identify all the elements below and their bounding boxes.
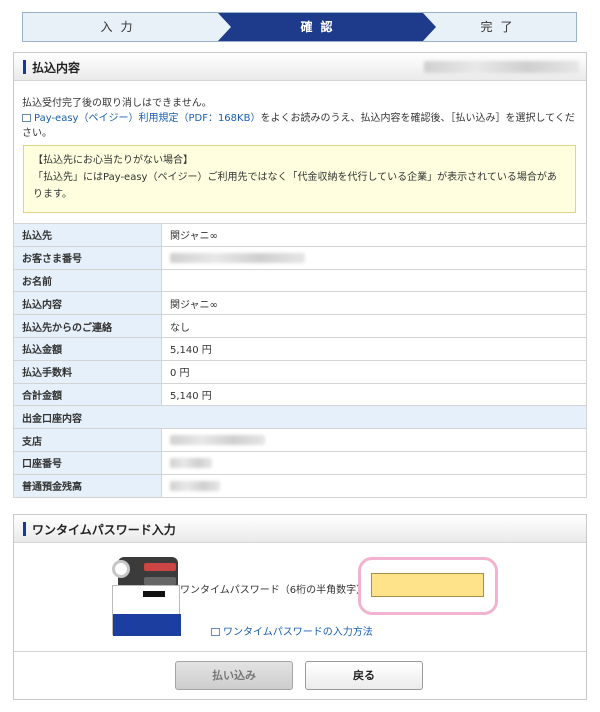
balance-label: 普通預金残高 bbox=[13, 473, 162, 498]
otp-panel-title: ワンタイムパスワード入力 bbox=[32, 523, 176, 537]
otp-panel: ワンタイムパスワード入力 ワンタイムパスワード（6桁の半角数字） ワンタイムパス… bbox=[13, 514, 587, 700]
otp-panel-header: ワンタイムパスワード入力 bbox=[14, 515, 586, 543]
table-row: 払込手数料 0 円 bbox=[13, 359, 587, 384]
external-link-icon bbox=[22, 114, 31, 122]
token-display bbox=[144, 577, 176, 585]
warning-title: 【払込先にお心当たりがない場合】 bbox=[33, 155, 193, 166]
amount-value: 5,140 円 bbox=[161, 336, 587, 361]
otp-input-label: ワンタイムパスワード（6桁の半角数字） bbox=[180, 585, 367, 596]
notice-text: 払込受付完了後の取り消しはできません。 Pay-easy（ペイジー）利用規定（P… bbox=[22, 96, 577, 141]
warning-box: 【払込先にお心当たりがない場合】 「払込先」にはPay-easy（ペイジー）ご利… bbox=[23, 145, 576, 213]
step-confirm: 確認 bbox=[218, 13, 423, 41]
customer-number-value bbox=[161, 245, 587, 270]
payment-panel-header: 払込内容 bbox=[14, 53, 586, 81]
step-arrow bbox=[423, 13, 436, 41]
token-keyring bbox=[112, 560, 130, 578]
redacted-text bbox=[424, 61, 579, 73]
token-stripe bbox=[113, 614, 181, 636]
notice-line1: 払込受付完了後の取り消しはできません。 bbox=[22, 98, 212, 109]
table-row: お客さま番号 bbox=[13, 245, 587, 270]
token-body bbox=[112, 585, 181, 636]
content-label: 払込内容 bbox=[13, 291, 162, 316]
customer-number-label: お客さま番号 bbox=[13, 245, 162, 270]
account-number-value bbox=[161, 450, 587, 475]
pay-button[interactable]: 払い込み bbox=[175, 661, 293, 690]
terms-pdf-link[interactable]: Pay-easy（ペイジー）利用規定（PDF：168KB） bbox=[34, 113, 260, 124]
table-row: 口座番号 bbox=[13, 450, 587, 475]
table-row: 普通預金残高 bbox=[13, 473, 587, 498]
payee-label: 払込先 bbox=[13, 223, 162, 247]
otp-help-link[interactable]: ワンタイムパスワードの入力方法 bbox=[223, 627, 373, 638]
branch-value bbox=[161, 428, 587, 452]
table-row: 払込先 関ジャニ∞ bbox=[13, 223, 587, 247]
redacted-text bbox=[170, 457, 212, 468]
otp-help-block: ワンタイムパスワードの入力方法 bbox=[211, 623, 373, 638]
token-display bbox=[144, 563, 176, 571]
branch-label: 支店 bbox=[13, 428, 162, 452]
table-row: 払込先からのご連絡 なし bbox=[13, 314, 587, 338]
step-arrow bbox=[218, 13, 231, 41]
table-row: 払込金額 5,140 円 bbox=[13, 336, 587, 361]
otp-input[interactable] bbox=[371, 573, 484, 597]
table-row: 出金口座内容 bbox=[13, 405, 587, 430]
name-value bbox=[161, 268, 587, 293]
contact-label: 払込先からのご連絡 bbox=[13, 314, 162, 338]
token-label bbox=[143, 591, 165, 597]
payee-value: 関ジャニ∞ bbox=[161, 223, 587, 247]
name-label: お名前 bbox=[13, 268, 162, 293]
external-link-icon bbox=[211, 628, 220, 636]
header-accent-bar bbox=[23, 60, 26, 74]
account-number-label: 口座番号 bbox=[13, 450, 162, 475]
table-row: 払込内容 関ジャニ∞ bbox=[13, 291, 587, 316]
redacted-text bbox=[170, 435, 265, 446]
account-section-heading: 出金口座内容 bbox=[13, 405, 587, 430]
balance-value bbox=[161, 473, 587, 498]
content-value: 関ジャニ∞ bbox=[161, 291, 587, 316]
step-complete: 完了 bbox=[480, 20, 521, 34]
fee-value: 0 円 bbox=[161, 359, 587, 384]
notice-line2-block: Pay-easy（ペイジー）利用規定（PDF：168KB）をよくお読みのうえ、払… bbox=[22, 111, 577, 141]
warning-text: 「払込先」にはPay-easy（ペイジー）ご利用先ではなく「代金収納を代行してい… bbox=[33, 172, 557, 200]
divider bbox=[14, 651, 586, 652]
table-row: お名前 bbox=[13, 268, 587, 293]
total-label: 合計金額 bbox=[13, 382, 162, 407]
amount-label: 払込金額 bbox=[13, 336, 162, 361]
redacted-text bbox=[170, 480, 220, 491]
total-value: 5,140 円 bbox=[161, 382, 587, 407]
header-accent-bar bbox=[23, 522, 26, 536]
contact-value: なし bbox=[161, 314, 587, 338]
table-row: 合計金額 5,140 円 bbox=[13, 382, 587, 407]
back-button[interactable]: 戻る bbox=[305, 661, 423, 690]
progress-steps: 入力 確認 完了 bbox=[22, 12, 577, 42]
fee-label: 払込手数料 bbox=[13, 359, 162, 384]
redacted-text bbox=[170, 252, 305, 263]
payment-details-table: 払込先 関ジャニ∞ お客さま番号 お名前 払込内容 関ジャニ∞ 払込先からのご連… bbox=[13, 223, 587, 498]
payment-panel-title: 払込内容 bbox=[32, 61, 81, 75]
step-input: 入力 bbox=[100, 20, 141, 34]
table-row: 支店 bbox=[13, 428, 587, 452]
